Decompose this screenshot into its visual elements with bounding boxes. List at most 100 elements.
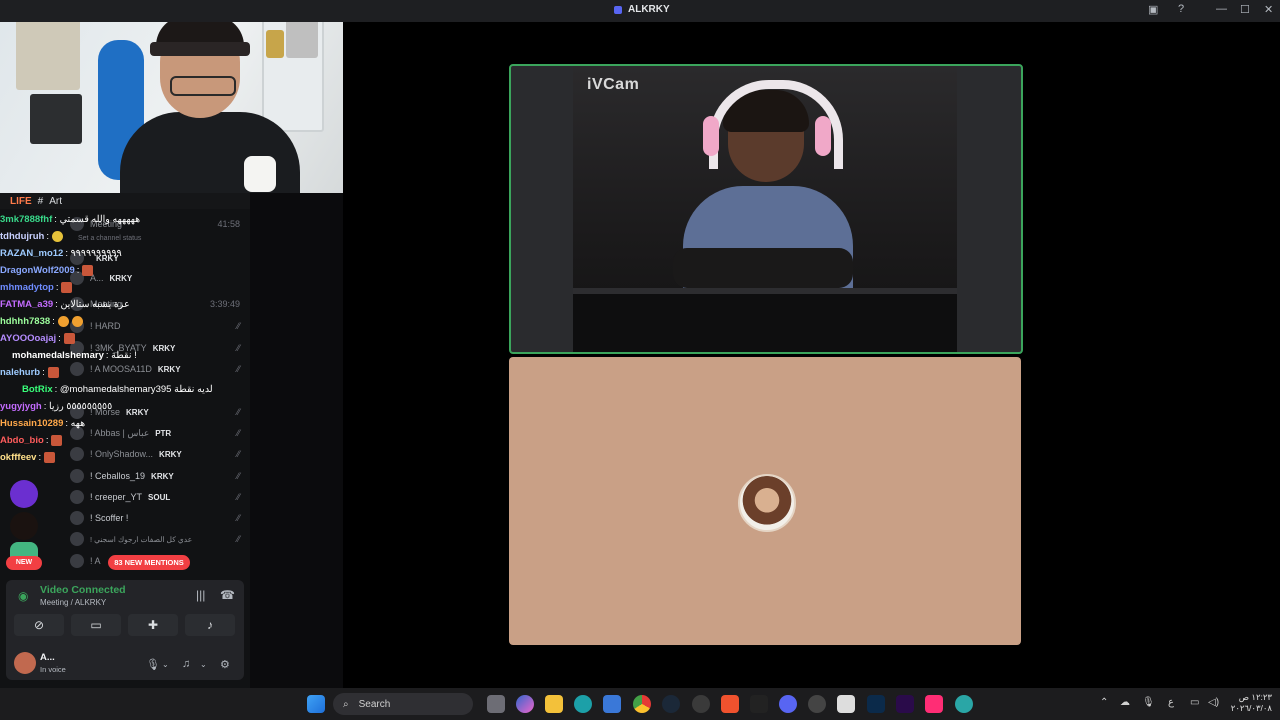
start-button-icon[interactable] bbox=[307, 695, 325, 713]
new-badge[interactable]: NEW bbox=[6, 556, 42, 570]
mute-icon: ⁄⁄ bbox=[236, 513, 240, 523]
new-mentions-button[interactable]: 83 NEW MENTIONS bbox=[108, 555, 190, 570]
copilot-icon[interactable] bbox=[516, 695, 534, 713]
member-row[interactable]: ! Scoffer ! ⁄⁄ bbox=[70, 509, 248, 527]
hash-icon: # bbox=[37, 195, 44, 207]
mute-icon: ⁄⁄ bbox=[236, 407, 240, 417]
chrome-icon[interactable] bbox=[633, 695, 651, 713]
avatar bbox=[70, 362, 84, 376]
mute-icon: ⁄⁄ bbox=[236, 321, 240, 331]
steam-icon[interactable] bbox=[662, 695, 680, 713]
chat-text: : نقطة ! bbox=[105, 349, 137, 361]
avatar bbox=[70, 554, 84, 568]
language-indicator[interactable]: ع bbox=[1168, 697, 1174, 708]
mute-icon: ⁄⁄ bbox=[236, 428, 240, 438]
close-button[interactable]: ✕ bbox=[1264, 3, 1273, 16]
silver-play-button-plaque bbox=[16, 18, 80, 90]
member-tag: KRKY bbox=[109, 273, 133, 283]
chat-username: RAZAN_mo12 bbox=[0, 247, 64, 259]
noise-suppression-icon[interactable]: ||| bbox=[196, 588, 205, 602]
server-icon[interactable] bbox=[10, 480, 38, 508]
minimize-button[interactable]: — bbox=[1216, 3, 1227, 15]
chat-text: : عزة يشبه ستالاين bbox=[55, 298, 130, 310]
camera-watermark: iVCam bbox=[587, 76, 640, 93]
volume-icon[interactable]: ◁) bbox=[1208, 697, 1219, 708]
inbox-icon[interactable]: ▣ bbox=[1148, 3, 1158, 16]
camera-off-button[interactable]: ⊘ bbox=[14, 614, 64, 636]
member-row[interactable]: ! Abbas | عباس PTR ⁄⁄ bbox=[70, 424, 248, 442]
signal-icon[interactable]: ◉ bbox=[18, 589, 28, 603]
clock-time: ١٢:٢٣ ص bbox=[1238, 692, 1272, 702]
member-row[interactable]: ! HARD ⁄⁄ bbox=[70, 317, 248, 335]
file-explorer-icon[interactable] bbox=[545, 695, 563, 713]
member-name: ! Ceballos_19 bbox=[90, 471, 146, 481]
server-icon[interactable] bbox=[10, 512, 38, 540]
member-row[interactable]: ! OnlyShadow... KRKY ⁄⁄ bbox=[70, 445, 248, 463]
search-icon: ⌕ bbox=[343, 698, 349, 710]
user-name[interactable]: A... bbox=[40, 652, 55, 663]
app-icon[interactable] bbox=[955, 695, 973, 713]
member-row[interactable]: A... KRKY bbox=[70, 269, 248, 287]
capcut-icon[interactable] bbox=[750, 695, 768, 713]
chat-text: : ٩٩٩٩٩٩٩٩٩٩ bbox=[65, 247, 122, 259]
avatar bbox=[70, 469, 84, 483]
network-icon[interactable]: ▭ bbox=[1190, 697, 1199, 708]
member-row[interactable]: ! Ceballos_19 KRKY ⁄⁄ bbox=[70, 467, 248, 485]
member-row[interactable]: ! creeper_YT SOUL ⁄⁄ bbox=[70, 488, 248, 506]
avatar bbox=[70, 532, 84, 546]
chat-text: : bbox=[46, 230, 49, 242]
user-avatar[interactable] bbox=[14, 652, 36, 674]
brave-icon[interactable] bbox=[721, 695, 739, 713]
member-row[interactable]: ! عدي كل الصفات ارجوك اسجني ⁄⁄ bbox=[70, 530, 248, 548]
photoshop-icon[interactable] bbox=[867, 695, 885, 713]
cloud-icon[interactable]: ☁ bbox=[1120, 697, 1130, 708]
screen-share-button[interactable]: ▭ bbox=[71, 614, 121, 636]
disconnect-icon[interactable]: ☎ bbox=[220, 588, 235, 602]
video-tile-avatar[interactable] bbox=[509, 357, 1021, 645]
chat-message: 3mk7888fhf: هههههه والله قسمتي bbox=[0, 211, 140, 227]
member-name: ! creeper_YT bbox=[90, 492, 143, 502]
voice-status[interactable]: Video Connected bbox=[40, 584, 126, 596]
chat-message: okfffeev: bbox=[0, 449, 56, 465]
discord-icon[interactable] bbox=[779, 695, 797, 713]
chat-text: : ههه bbox=[65, 417, 86, 429]
chevron-down-icon[interactable]: ⌄ bbox=[200, 660, 207, 669]
elapsed-time: 41:58 bbox=[217, 219, 240, 229]
camera-feed: iVCam bbox=[573, 66, 957, 352]
avatar bbox=[70, 490, 84, 504]
activities-button[interactable]: ✚ bbox=[128, 614, 178, 636]
member-tag: KRKY bbox=[151, 471, 174, 481]
chat-text: : bbox=[38, 451, 42, 463]
app-icon[interactable] bbox=[837, 695, 855, 713]
clock[interactable]: ١٢:٢٣ ص ٢٠٢٦/٠٣/٠٨ bbox=[1228, 692, 1272, 714]
elapsed-time: 3:39:49 bbox=[209, 299, 240, 309]
frame-plaque bbox=[30, 94, 82, 144]
video-tile-camera[interactable]: iVCam bbox=[509, 64, 1023, 354]
microphone-icon[interactable]: 🎙︎ bbox=[146, 658, 160, 671]
chat-username: DragonWolf2009 bbox=[0, 264, 75, 276]
chat-message: mohamedalshemary: نقطة ! bbox=[0, 347, 137, 363]
channel-name[interactable]: Art bbox=[49, 196, 62, 207]
member-name: ! A MOOSA11D bbox=[90, 364, 152, 374]
chevron-up-icon[interactable]: ⌃ bbox=[1100, 697, 1108, 708]
microphone-icon[interactable]: 🎙︎ bbox=[1142, 697, 1155, 708]
member-tag: KRKY bbox=[157, 364, 181, 374]
help-icon[interactable]: ? bbox=[1178, 3, 1184, 15]
premiere-icon[interactable] bbox=[896, 695, 914, 713]
user-status: In voice bbox=[40, 665, 66, 674]
task-view-icon[interactable] bbox=[487, 695, 505, 713]
headphones-icon[interactable]: ♫ bbox=[182, 658, 190, 670]
voice-location[interactable]: Meeting / ALKRKY bbox=[40, 598, 106, 607]
gear-icon[interactable]: ⚙ bbox=[220, 658, 230, 671]
search-box[interactable]: ⌕ Search bbox=[333, 693, 473, 715]
chat-message: BotRix: @mohamedalshemary395 لديه نقطة bbox=[0, 381, 213, 397]
app-icon[interactable] bbox=[808, 695, 826, 713]
store-icon[interactable] bbox=[603, 695, 621, 713]
tiktok-icon[interactable] bbox=[925, 695, 943, 713]
edge-icon[interactable] bbox=[574, 695, 592, 713]
chevron-down-icon[interactable]: ⌄ bbox=[162, 660, 169, 669]
maximize-button[interactable]: ☐ bbox=[1240, 3, 1250, 16]
emote-icon bbox=[63, 332, 75, 344]
steelseries-icon[interactable] bbox=[692, 695, 710, 713]
soundboard-button[interactable]: ♪ bbox=[185, 614, 235, 636]
